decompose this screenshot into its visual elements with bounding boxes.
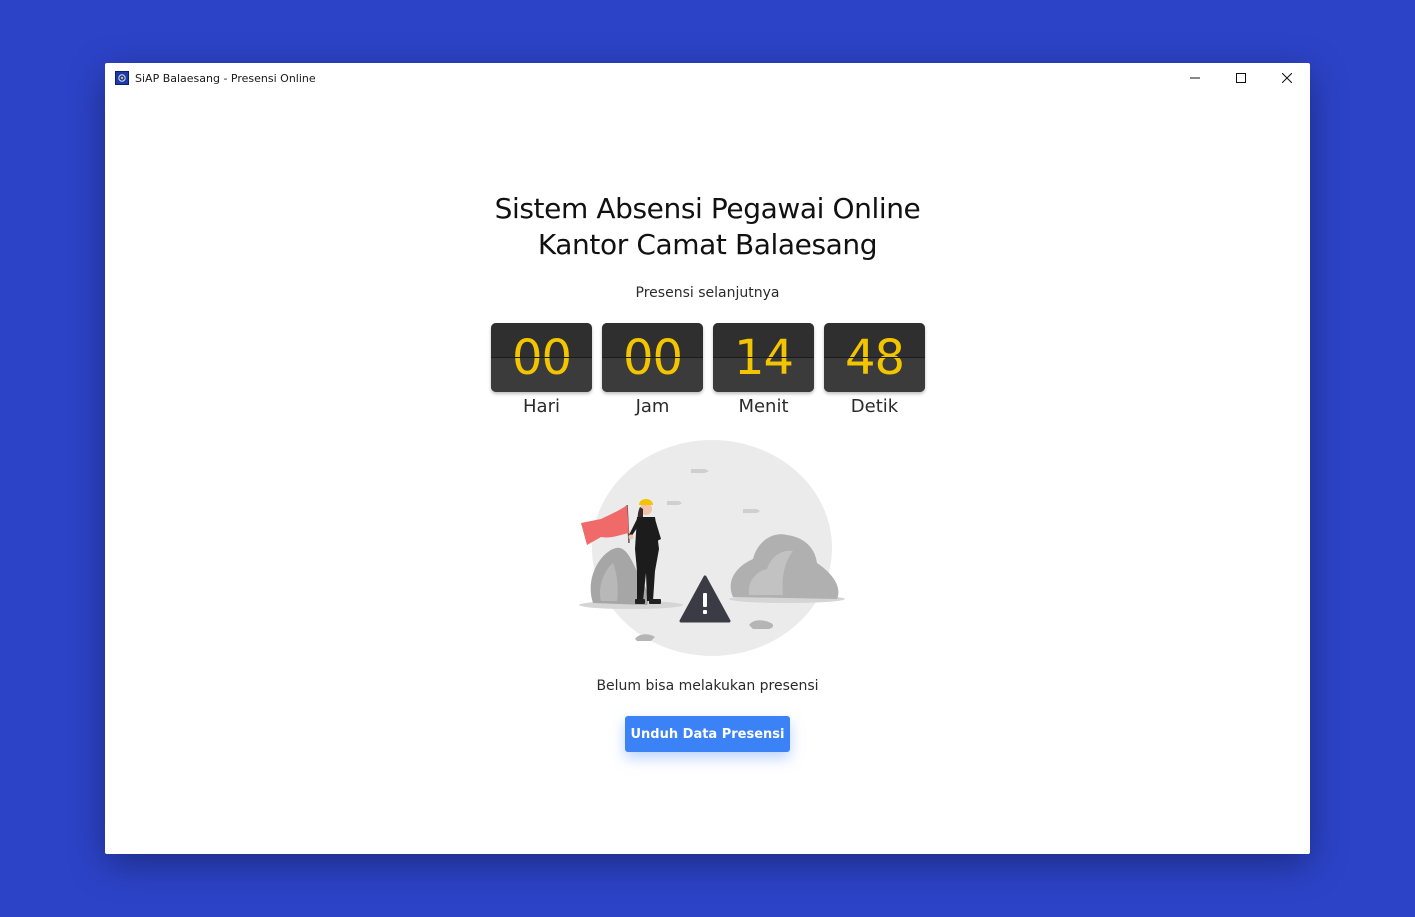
hours-label: Jam: [635, 396, 670, 417]
flip-card-minutes: 14: [713, 323, 814, 392]
warning-worker-illustration: [579, 440, 845, 656]
worker-boot: [635, 599, 645, 604]
countdown-hours: 00 Jam: [602, 323, 703, 417]
download-attendance-button[interactable]: Unduh Data Presensi: [625, 716, 790, 752]
next-attendance-label: Presensi selanjutnya: [635, 285, 780, 301]
warning-mark: [703, 593, 707, 607]
close-button[interactable]: [1264, 63, 1310, 93]
minimize-button[interactable]: [1172, 63, 1218, 93]
close-icon: [1282, 73, 1292, 83]
app-window: Sistem Absensi Pegawai Online Kantor Cam…: [105, 63, 1310, 854]
debris-shape: [667, 501, 682, 505]
debris-shape: [743, 509, 760, 513]
page-title: Sistem Absensi Pegawai Online Kantor Cam…: [105, 191, 1310, 263]
status-message: Belum bisa melakukan presensi: [596, 678, 819, 694]
countdown-minutes: 14 Menit: [713, 323, 814, 417]
warning-dot: [703, 610, 707, 614]
app-logo-icon: [115, 71, 129, 85]
minutes-label: Menit: [738, 396, 789, 417]
title-bar[interactable]: SiAP Balaesang - Presensi Online: [105, 63, 1310, 93]
flip-card-hours: 00: [602, 323, 703, 392]
days-label: Hari: [523, 396, 560, 417]
worker-boot: [649, 599, 661, 604]
minimize-icon: [1190, 77, 1200, 79]
maximize-icon: [1236, 73, 1246, 83]
countdown-timer: 00 Hari 00 Jam 14 Menit 48 Detik: [491, 323, 925, 417]
countdown-seconds: 48 Detik: [824, 323, 925, 417]
page-title-line-2: Kantor Camat Balaesang: [537, 228, 878, 261]
seconds-label: Detik: [850, 396, 899, 417]
flip-card-days: 00: [491, 323, 592, 392]
worker-hand: [628, 534, 634, 540]
countdown-days: 00 Hari: [491, 323, 592, 417]
window-controls: [1172, 63, 1310, 93]
maximize-button[interactable]: [1218, 63, 1264, 93]
flip-card-seconds: 48: [824, 323, 925, 392]
page-title-line-1: Sistem Absensi Pegawai Online: [494, 192, 921, 225]
window-title: SiAP Balaesang - Presensi Online: [135, 71, 316, 85]
main-content: Sistem Absensi Pegawai Online Kantor Cam…: [105, 63, 1310, 854]
